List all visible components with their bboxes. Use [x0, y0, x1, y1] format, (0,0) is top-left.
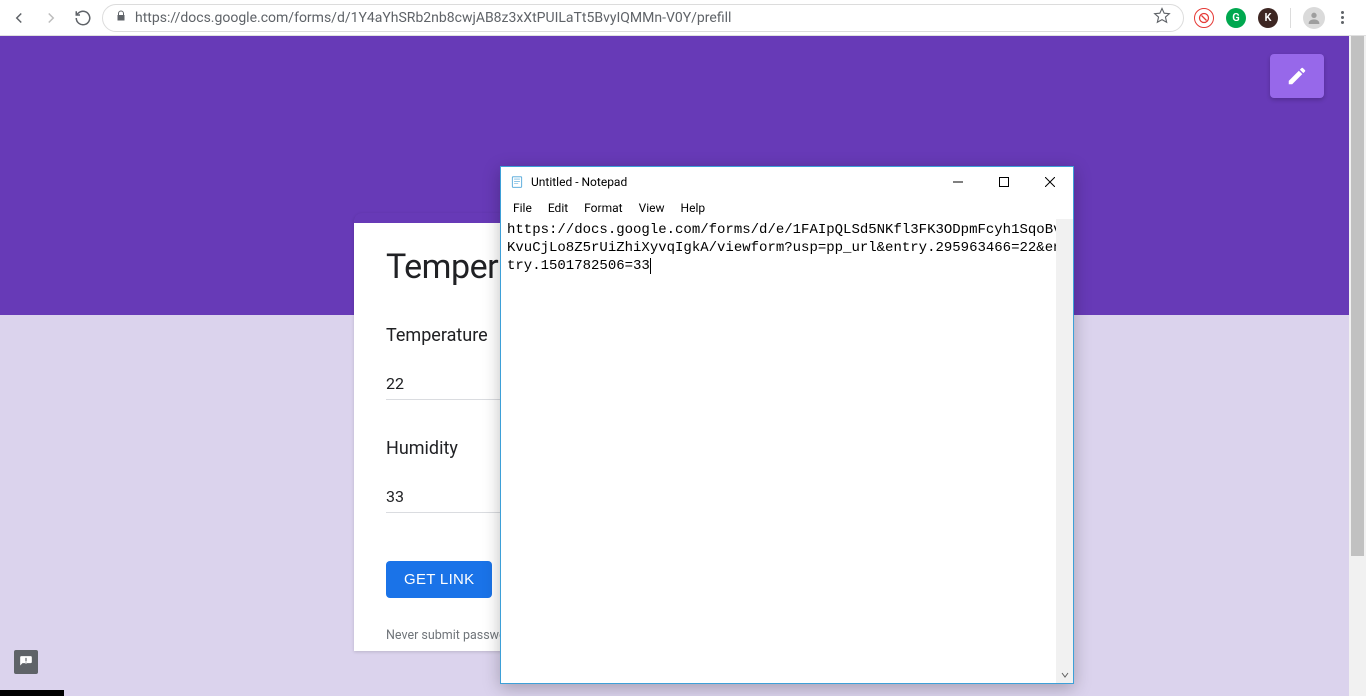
address-bar[interactable]: https://docs.google.com/forms/d/1Y4aYhSR…	[102, 4, 1184, 32]
notepad-content: https://docs.google.com/forms/d/e/1FAIpQ…	[507, 222, 1062, 274]
menu-edit[interactable]: Edit	[542, 199, 574, 217]
menu-view[interactable]: View	[633, 199, 671, 217]
notepad-icon	[509, 174, 525, 190]
notepad-scrollbar[interactable]	[1056, 219, 1073, 683]
browser-toolbar: https://docs.google.com/forms/d/1Y4aYhSR…	[0, 0, 1366, 36]
scrollbar-thumb[interactable]	[1351, 36, 1364, 556]
page-scrollbar[interactable]	[1349, 36, 1366, 696]
notepad-menubar: File Edit Format View Help	[501, 197, 1073, 219]
get-link-button[interactable]: GET LINK	[386, 561, 492, 598]
close-button[interactable]	[1027, 167, 1073, 197]
notepad-titlebar[interactable]: Untitled - Notepad	[501, 167, 1073, 197]
scroll-down-arrow[interactable]	[1056, 666, 1073, 683]
reload-button[interactable]	[74, 9, 92, 27]
menu-format[interactable]: Format	[578, 199, 628, 217]
url-text: https://docs.google.com/forms/d/1Y4aYhSR…	[135, 10, 731, 26]
chrome-menu-button[interactable]	[1337, 7, 1348, 28]
notepad-title: Untitled - Notepad	[531, 175, 627, 189]
extension-icon-2[interactable]: G	[1226, 8, 1246, 28]
text-cursor	[650, 258, 651, 274]
forward-button[interactable]	[42, 9, 60, 27]
profile-avatar[interactable]	[1303, 7, 1325, 29]
taskbar-edge	[0, 690, 64, 696]
lock-icon	[115, 10, 127, 26]
extension-icon-3[interactable]: K	[1258, 8, 1278, 28]
minimize-button[interactable]	[935, 167, 981, 197]
divider	[1290, 8, 1291, 28]
bookmark-star-icon[interactable]	[1153, 7, 1171, 29]
menu-file[interactable]: File	[507, 199, 538, 217]
back-button[interactable]	[10, 9, 28, 27]
notepad-text-area[interactable]: https://docs.google.com/forms/d/e/1FAIpQ…	[501, 219, 1073, 683]
feedback-button[interactable]	[14, 650, 38, 674]
page-viewport: Temper Temperature Humidity GET LINK Nev…	[0, 36, 1366, 696]
extension-icon-1[interactable]	[1194, 8, 1214, 28]
maximize-button[interactable]	[981, 167, 1027, 197]
notepad-window[interactable]: Untitled - Notepad File Edit Format View…	[500, 166, 1074, 684]
menu-help[interactable]: Help	[675, 199, 712, 217]
edit-form-button[interactable]	[1270, 54, 1324, 98]
